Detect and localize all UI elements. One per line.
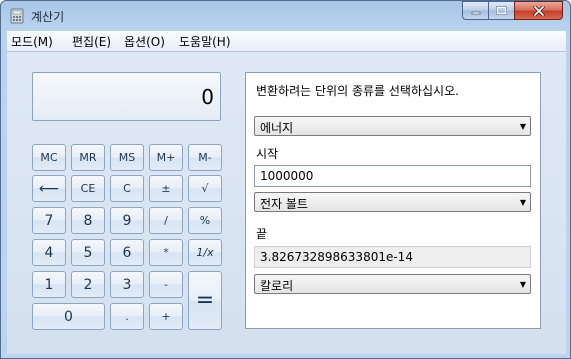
m-plus-button[interactable]: M+: [149, 144, 183, 171]
digit-3-button[interactable]: 3: [110, 271, 144, 298]
window-title: 계산기: [31, 10, 65, 24]
percent-button[interactable]: %: [188, 207, 222, 234]
plus-minus-button[interactable]: ±: [149, 175, 183, 202]
clear-button[interactable]: C: [110, 175, 144, 202]
m-minus-button[interactable]: M-: [188, 144, 222, 171]
backspace-button[interactable]: ⟵: [32, 175, 66, 202]
digit-4-button[interactable]: 4: [32, 239, 66, 266]
digit-5-button[interactable]: 5: [71, 239, 105, 266]
from-label: 시작: [256, 147, 279, 161]
plus-button[interactable]: +: [149, 303, 183, 330]
multiply-button[interactable]: *: [149, 239, 183, 266]
display-value: 0: [201, 85, 214, 109]
close-button[interactable]: [514, 1, 563, 20]
chevron-down-icon: ▼: [519, 280, 526, 289]
reciprocal-button[interactable]: 1/x: [188, 239, 222, 266]
ms-button[interactable]: MS: [110, 144, 144, 171]
unit-conversion-panel: 변환하려는 단위의 종류를 선택하십시오. 에너지 ▼ 시작 1000000 전…: [245, 72, 541, 329]
digit-7-button[interactable]: 7: [32, 207, 66, 234]
menu-options[interactable]: 옵션(O): [124, 33, 165, 50]
to-value: 3.826732898633801e-14: [260, 250, 413, 264]
maximize-button[interactable]: [488, 1, 515, 20]
close-icon: [532, 5, 545, 16]
menu-help[interactable]: 도움말(H): [179, 33, 231, 50]
calculator-icon: [10, 8, 24, 24]
to-unit-value: 칼로리: [260, 279, 294, 293]
calculator-body: 0 MC MR MS M+ M- ⟵ CE C ± √ 7 8 9 / % 4 …: [7, 52, 566, 354]
decimal-button[interactable]: .: [110, 303, 144, 330]
chevron-down-icon: ▼: [519, 198, 526, 207]
unit-type-value: 에너지: [260, 121, 294, 135]
digit-2-button[interactable]: 2: [71, 271, 105, 298]
menu-bar: 모드(M) 편집(E) 옵션(O) 도움말(H): [7, 31, 566, 52]
menu-edit[interactable]: 편집(E): [72, 33, 111, 50]
from-unit-value: 전자 볼트: [260, 197, 308, 211]
conversion-instruction: 변환하려는 단위의 종류를 선택하십시오.: [256, 84, 459, 98]
divide-button[interactable]: /: [149, 207, 183, 234]
chevron-down-icon: ▼: [519, 122, 526, 131]
mc-button[interactable]: MC: [32, 144, 66, 171]
minimize-button[interactable]: [462, 1, 489, 20]
clear-entry-button[interactable]: CE: [71, 175, 105, 202]
title-bar[interactable]: 계산기: [1, 1, 570, 31]
calculator-display: 0: [32, 72, 221, 121]
digit-0-button[interactable]: 0: [32, 303, 105, 330]
maximize-icon: [496, 6, 507, 15]
to-label: 끝: [256, 227, 268, 241]
to-unit-dropdown[interactable]: 칼로리 ▼: [254, 274, 531, 294]
unit-type-dropdown[interactable]: 에너지 ▼: [254, 116, 531, 136]
square-root-button[interactable]: √: [188, 175, 222, 202]
menu-mode[interactable]: 모드(M): [11, 33, 53, 50]
to-value-output: 3.826732898633801e-14: [254, 246, 531, 268]
minus-button[interactable]: -: [149, 271, 183, 298]
digit-1-button[interactable]: 1: [32, 271, 66, 298]
mr-button[interactable]: MR: [71, 144, 105, 171]
digit-6-button[interactable]: 6: [110, 239, 144, 266]
calculator-window: 계산기 모드(M) 편집(E) 옵션(O) 도움말(H) 0 MC MR MS …: [0, 0, 571, 359]
digit-9-button[interactable]: 9: [110, 207, 144, 234]
from-value: 1000000: [260, 169, 314, 183]
from-value-input[interactable]: 1000000: [254, 165, 531, 187]
from-unit-dropdown[interactable]: 전자 볼트 ▼: [254, 192, 531, 212]
minimize-icon: [471, 11, 480, 14]
digit-8-button[interactable]: 8: [71, 207, 105, 234]
equals-button[interactable]: =: [188, 271, 222, 330]
